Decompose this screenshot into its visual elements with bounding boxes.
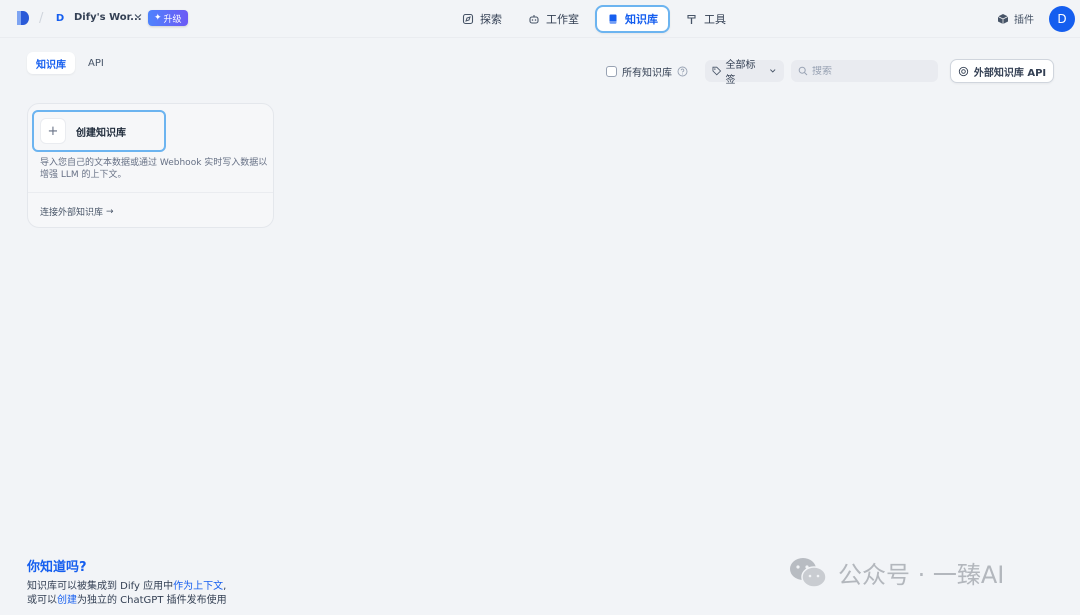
tip-title: 你知道吗? bbox=[27, 560, 87, 575]
create-knowledge-button[interactable]: + 创建知识库 bbox=[32, 110, 166, 152]
external-knowledge-api-label: 外部知识库 API bbox=[973, 67, 1047, 79]
main-nav: 探索 工作室 知识库 工具 bbox=[452, 4, 736, 34]
create-knowledge-title: 创建知识库 bbox=[76, 127, 126, 139]
search-icon bbox=[798, 66, 808, 76]
all-knowledge-checkbox[interactable] bbox=[606, 66, 617, 77]
all-knowledge-label: 所有知识库 bbox=[622, 68, 672, 79]
cube-icon bbox=[997, 13, 1009, 24]
wechat-icon bbox=[790, 557, 827, 588]
arrow-right-icon: → bbox=[106, 206, 114, 217]
nav-knowledge[interactable]: 知识库 bbox=[595, 5, 670, 33]
book-icon bbox=[609, 14, 617, 24]
create-knowledge-description: 导入您自己的文本数据或通过 Webhook 实时写入数据以增强 LLM 的上下文… bbox=[40, 158, 268, 180]
dify-logo-icon[interactable] bbox=[16, 10, 30, 26]
help-circle-icon[interactable] bbox=[677, 66, 688, 77]
plugins-link[interactable]: 插件 bbox=[997, 11, 1034, 26]
tags-filter-button[interactable]: 全部标签 bbox=[705, 60, 784, 86]
upgrade-label: 升级 bbox=[163, 14, 182, 25]
nav-explore-label: 探索 bbox=[480, 13, 502, 26]
nav-studio-label: 工作室 bbox=[546, 13, 579, 26]
create-knowledge-card: + 创建知识库 导入您自己的文本数据或通过 Webhook 实时写入数据以增强 … bbox=[27, 103, 274, 228]
nav-studio[interactable]: 工作室 bbox=[518, 5, 589, 33]
external-knowledge-api-button[interactable]: 外部知识库 API bbox=[950, 59, 1054, 83]
breadcrumb-separator: / bbox=[39, 11, 44, 26]
connect-external-knowledge-link[interactable]: 连接外部知识库 → bbox=[40, 205, 114, 219]
search-box[interactable] bbox=[791, 60, 938, 82]
workspace-name[interactable]: Dify's Wor... bbox=[74, 12, 142, 23]
tip-line-2: 或可以创建为独立的 ChatGPT 插件发布使用 bbox=[27, 591, 227, 606]
api-connection-icon bbox=[958, 66, 969, 76]
card-divider bbox=[28, 192, 273, 193]
watermark: 公众号 · 一臻AI bbox=[788, 555, 1004, 590]
chevron-down-icon bbox=[769, 69, 775, 73]
top-navbar: / D Dify's Wor... ✦ 升级 探索 工作室 知识库 工具 插件 … bbox=[0, 0, 1080, 38]
plus-icon: + bbox=[40, 118, 66, 144]
tab-api[interactable]: API bbox=[79, 52, 113, 74]
watermark-text: 公众号 · 一臻AI bbox=[838, 561, 1005, 589]
chevron-down-icon[interactable] bbox=[133, 11, 143, 21]
nav-tools-label: 工具 bbox=[704, 13, 726, 26]
upgrade-button[interactable]: ✦ 升级 bbox=[148, 10, 188, 26]
workspace-avatar[interactable]: D bbox=[52, 10, 68, 26]
nav-knowledge-label: 知识库 bbox=[625, 13, 658, 26]
tags-filter-label: 全部标签 bbox=[725, 60, 756, 86]
hammer-icon bbox=[687, 14, 696, 24]
plugins-label: 插件 bbox=[1014, 15, 1034, 26]
sparkle-icon: ✦ bbox=[154, 13, 162, 23]
tip-line-2-suffix: 为独立的 ChatGPT 插件发布使用 bbox=[77, 595, 227, 606]
connect-external-knowledge-label: 连接外部知识库 bbox=[40, 208, 104, 218]
user-avatar[interactable]: D bbox=[1049, 6, 1075, 32]
robot-icon bbox=[529, 15, 539, 24]
compass-icon bbox=[462, 13, 474, 25]
all-knowledge-filter[interactable]: 所有知识库 bbox=[606, 64, 688, 79]
tip-line-1: 知识库可以被集成到 Dify 应用中作为上下文, bbox=[27, 577, 226, 592]
page-tabs: 知识库 API bbox=[27, 52, 113, 74]
tab-knowledge[interactable]: 知识库 bbox=[27, 52, 75, 74]
tag-icon bbox=[712, 66, 722, 76]
tip-line-2-prefix: 或可以 bbox=[27, 595, 57, 606]
tip-create-link[interactable]: 创建 bbox=[57, 595, 77, 606]
nav-tools[interactable]: 工具 bbox=[676, 5, 736, 33]
search-input[interactable] bbox=[812, 65, 922, 77]
nav-explore[interactable]: 探索 bbox=[452, 5, 512, 33]
